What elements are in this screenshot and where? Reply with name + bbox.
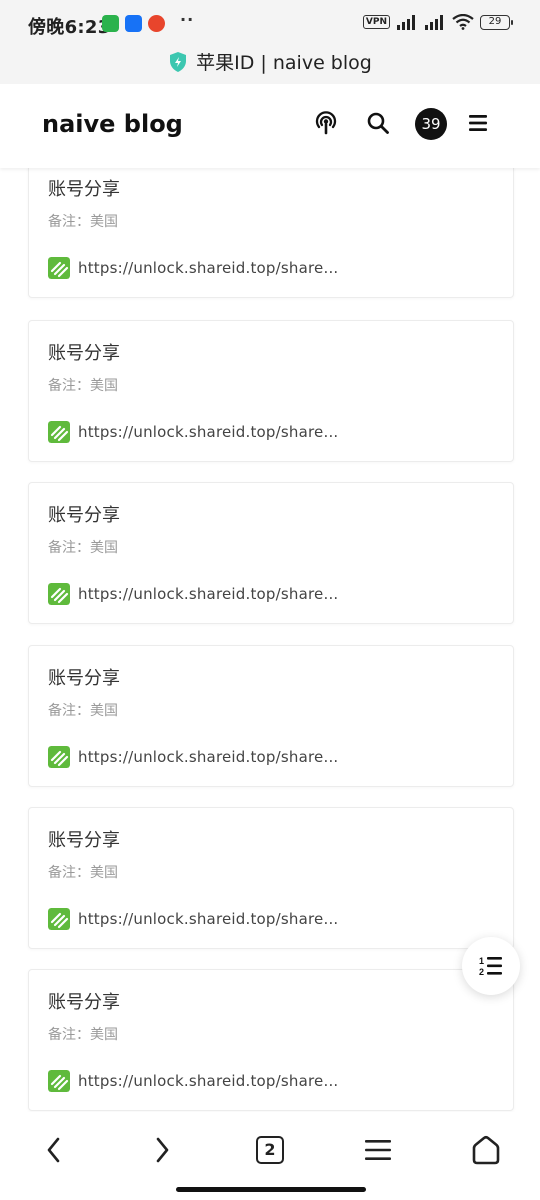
card-note: 备注：美国 [48, 378, 118, 394]
card-link-text: https://unlock.shareid.top/share... [78, 1072, 339, 1090]
status-right: VPN 29 [362, 14, 513, 30]
battery-indicator: 29 [480, 14, 513, 30]
link-favicon-icon [48, 1070, 70, 1092]
account-card[interactable]: 账号分享 备注：美国 https://unlock.shareid.top/sh… [28, 482, 514, 624]
card-title: 账号分享 [48, 992, 120, 1013]
card-link-text: https://unlock.shareid.top/share... [78, 748, 339, 766]
site-header: naive blog 39 [0, 84, 540, 168]
status-time: 傍晚6:23 [28, 17, 111, 38]
search-icon [367, 112, 389, 134]
tabs-button[interactable]: 2 [245, 1130, 295, 1170]
card-title: 账号分享 [48, 830, 120, 851]
card-link[interactable]: https://unlock.shareid.top/share... [48, 257, 338, 279]
shield-icon [170, 52, 187, 72]
card-link[interactable]: https://unlock.shareid.top/share... [48, 583, 338, 605]
browser-menu-button[interactable] [353, 1130, 403, 1170]
page-title: 苹果ID | naive blog [196, 52, 372, 74]
card-note: 备注：美国 [48, 865, 118, 881]
link-favicon-icon [48, 746, 70, 768]
account-card[interactable]: 账号分享 备注：美国 https://unlock.shareid.top/sh… [28, 320, 514, 462]
zhihu-notification-icon [125, 15, 142, 32]
table-of-contents-button[interactable]: 1 2 [462, 937, 520, 995]
signal-icon-2 [425, 15, 443, 30]
svg-text:2: 2 [479, 967, 484, 977]
account-card[interactable]: 账号分享 备注：美国 https://unlock.shareid.top/sh… [28, 969, 514, 1111]
card-title: 账号分享 [48, 668, 120, 689]
status-app-icons [102, 15, 165, 32]
card-title: 账号分享 [48, 179, 120, 200]
account-card[interactable]: 账号分享 备注：美国 https://unlock.shareid.top/sh… [28, 168, 514, 298]
card-link-text: https://unlock.shareid.top/share... [78, 259, 339, 277]
numbered-list-icon: 1 2 [479, 956, 502, 977]
card-note: 备注：美国 [48, 540, 118, 556]
vpn-indicator: VPN [362, 15, 390, 29]
home-button[interactable] [461, 1130, 511, 1170]
signal-icon [397, 15, 415, 30]
link-favicon-icon [48, 421, 70, 443]
home-icon [472, 1135, 500, 1165]
card-link-text: https://unlock.shareid.top/share... [78, 423, 339, 441]
search-button[interactable] [363, 108, 393, 138]
card-note: 备注：美国 [48, 214, 118, 230]
link-favicon-icon [48, 257, 70, 279]
card-link[interactable]: https://unlock.shareid.top/share... [48, 1070, 338, 1092]
more-notifications-indicator: ·· [180, 10, 195, 29]
card-note: 备注：美国 [48, 703, 118, 719]
back-icon [47, 1137, 60, 1163]
card-note: 备注：美国 [48, 1027, 118, 1043]
card-link[interactable]: https://unlock.shareid.top/share... [48, 746, 338, 768]
hamburger-icon [365, 1140, 391, 1160]
status-bar: 傍晚6:23 ·· VPN 29 [0, 0, 540, 48]
svg-text:1: 1 [479, 956, 484, 966]
forward-icon [156, 1137, 169, 1163]
back-button[interactable] [29, 1130, 79, 1170]
gesture-home-indicator[interactable] [176, 1187, 366, 1192]
menu-icon [469, 115, 487, 131]
link-favicon-icon [48, 908, 70, 930]
app-notification-icon [148, 15, 165, 32]
browser-url-bar[interactable]: 苹果ID | naive blog [0, 48, 540, 84]
menu-button[interactable] [463, 108, 493, 138]
card-link-text: https://unlock.shareid.top/share... [78, 910, 339, 928]
forward-button[interactable] [137, 1130, 187, 1170]
wifi-icon [452, 14, 474, 30]
account-card[interactable]: 账号分享 备注：美国 https://unlock.shareid.top/sh… [28, 807, 514, 949]
tabs-icon: 2 [256, 1136, 284, 1164]
podcast-button[interactable] [311, 108, 341, 138]
site-title[interactable]: naive blog [42, 110, 183, 138]
card-title: 账号分享 [48, 505, 120, 526]
user-avatar-badge[interactable]: 39 [415, 108, 447, 140]
card-title: 账号分享 [48, 343, 120, 364]
card-link[interactable]: https://unlock.shareid.top/share... [48, 421, 338, 443]
podcast-icon [315, 111, 337, 135]
account-card[interactable]: 账号分享 备注：美国 https://unlock.shareid.top/sh… [28, 645, 514, 787]
card-link-text: https://unlock.shareid.top/share... [78, 585, 339, 603]
wechat-notification-icon [102, 15, 119, 32]
card-link[interactable]: https://unlock.shareid.top/share... [48, 908, 338, 930]
content-list: 账号分享 备注：美国 https://unlock.shareid.top/sh… [0, 168, 540, 1112]
link-favicon-icon [48, 583, 70, 605]
